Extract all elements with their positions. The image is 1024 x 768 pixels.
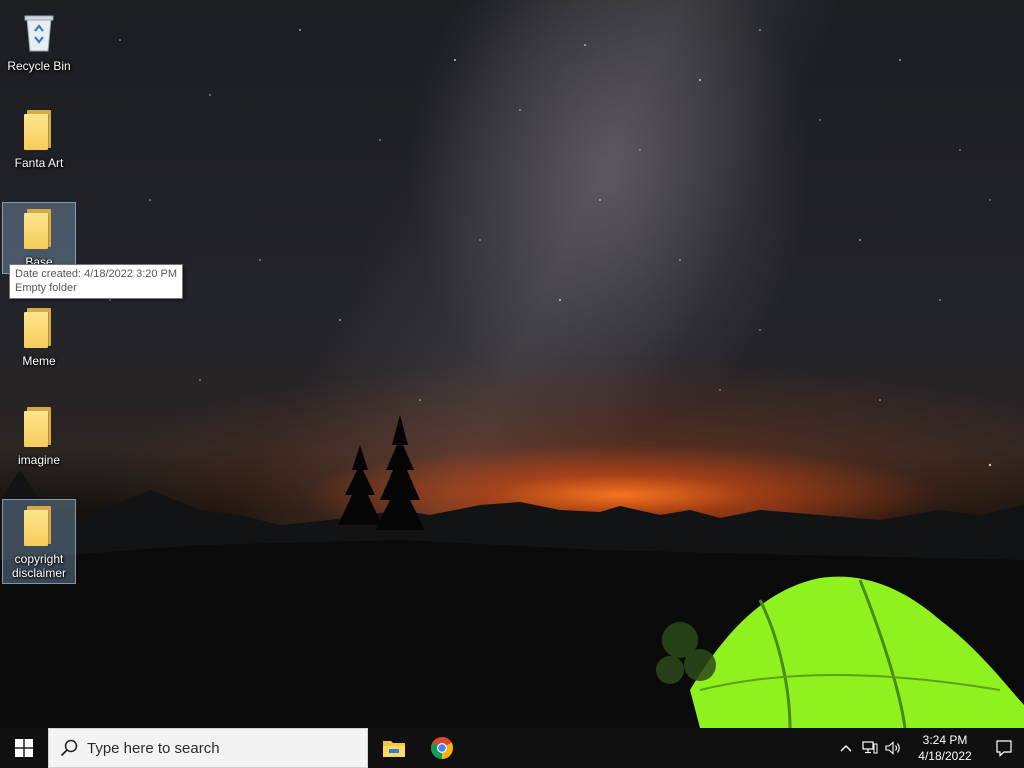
- search-icon: [60, 739, 78, 757]
- desktop-icon-copyright-disclaimer[interactable]: copyright disclaimer: [2, 499, 76, 584]
- desktop-icon-fanta-art[interactable]: Fanta Art: [2, 103, 76, 171]
- folder-icon: [24, 407, 54, 447]
- windows-logo-icon: [15, 739, 33, 757]
- folder-icon: [24, 308, 54, 348]
- system-tray: 3:24 PM 4/18/2022: [834, 728, 1024, 768]
- tooltip-date-created: Date created: 4/18/2022 3:20 PM: [15, 268, 178, 280]
- taskbar-chrome[interactable]: [418, 728, 466, 768]
- recycle-bin-icon: [24, 15, 54, 52]
- notification-icon: [996, 740, 1012, 757]
- stars: [109, 29, 992, 467]
- folder-icon: [24, 110, 54, 150]
- folder-tooltip: Date created: 4/18/2022 3:20 PM Empty fo…: [9, 264, 184, 299]
- folder-icon: [24, 209, 54, 249]
- folder-icon: [24, 506, 54, 546]
- taskbar-search-box[interactable]: Type here to search: [48, 728, 368, 768]
- desktop-icon-label: Meme: [22, 354, 56, 368]
- desktop-icon-label: Fanta Art: [14, 156, 64, 170]
- chevron-up-icon[interactable]: [834, 728, 858, 768]
- volume-icon[interactable]: [882, 728, 906, 768]
- wallpaper-scene: [0, 29, 1024, 728]
- desktop-icon-label: copyright disclaimer: [11, 552, 66, 580]
- taskbar-clock[interactable]: 3:24 PM 4/18/2022: [910, 732, 980, 764]
- start-button[interactable]: [0, 728, 48, 768]
- desktop-icon-label: Recycle Bin: [7, 59, 71, 73]
- chrome-icon: [431, 737, 453, 759]
- clock-time: 3:24 PM: [922, 733, 968, 747]
- file-explorer-icon: [383, 741, 405, 757]
- clock-date: 4/18/2022: [918, 749, 972, 763]
- network-icon[interactable]: [858, 728, 882, 768]
- desktop-wallpaper: [0, 0, 1024, 728]
- search-placeholder: Type here to search: [87, 739, 220, 757]
- action-center-button[interactable]: [984, 728, 1024, 768]
- desktop-icon-meme[interactable]: Meme: [2, 301, 76, 369]
- desktop-icon-label: imagine: [17, 453, 61, 467]
- desktop-icon-recycle-bin[interactable]: Recycle Bin: [2, 4, 76, 74]
- tooltip-folder-status: Empty folder: [15, 282, 77, 294]
- taskbar: Type here to search 3:24 PM 4/18/2022: [0, 728, 1024, 768]
- desktop-icon-imagine[interactable]: imagine: [2, 400, 76, 468]
- taskbar-file-explorer[interactable]: [370, 728, 418, 768]
